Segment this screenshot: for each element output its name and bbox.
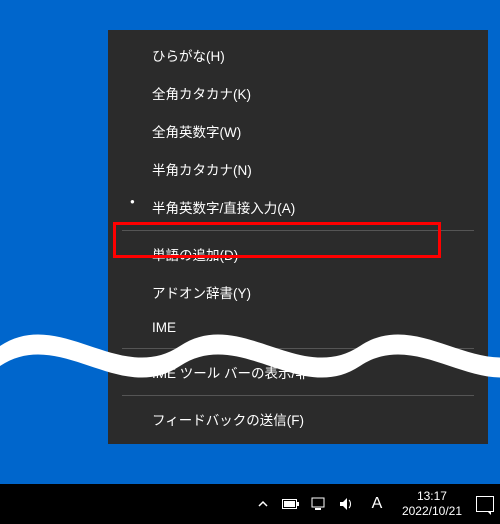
menu-item-label: IME (152, 320, 176, 335)
tray-overflow-icon[interactable] (254, 495, 272, 513)
taskbar-clock[interactable]: 13:17 2022/10/21 (402, 489, 462, 519)
menu-item-full-alnum[interactable]: 全角英数字(W) (108, 112, 488, 150)
action-center-icon[interactable] (476, 495, 494, 513)
menu-item-label: 単語の追加(D) (152, 248, 238, 263)
menu-item-label: IME ツール バーの表示/非 (152, 366, 309, 381)
menu-item-ime-cut[interactable]: IME (108, 311, 488, 344)
menu-item-full-katakana[interactable]: 全角カタカナ(K) (108, 74, 488, 112)
system-tray: A 13:17 2022/10/21 (254, 489, 494, 519)
clock-time: 13:17 (417, 489, 447, 504)
menu-item-label: 半角カタカナ(N) (152, 163, 252, 178)
ime-context-menu: ひらがな(H) 全角カタカナ(K) 全角英数字(W) 半角カタカナ(N) 半角英… (108, 30, 488, 444)
menu-item-hiragana[interactable]: ひらがな(H) (108, 36, 488, 74)
menu-item-label: アドオン辞書(Y) (152, 286, 251, 301)
clock-date: 2022/10/21 (402, 504, 462, 519)
battery-icon[interactable] (282, 495, 300, 513)
menu-item-ime-toolbar[interactable]: IME ツール バーの表示/非 (108, 353, 488, 391)
menu-item-add-word[interactable]: 単語の追加(D) (108, 235, 488, 273)
menu-item-label: フィードバックの送信(F) (152, 413, 304, 428)
menu-separator (122, 348, 474, 349)
menu-item-label: ひらがな(H) (152, 49, 225, 64)
menu-separator (122, 230, 474, 231)
network-icon[interactable] (310, 495, 328, 513)
menu-item-feedback[interactable]: フィードバックの送信(F) (108, 400, 488, 438)
menu-item-half-katakana[interactable]: 半角カタカナ(N) (108, 150, 488, 188)
taskbar: A 13:17 2022/10/21 (0, 484, 500, 524)
menu-separator (122, 395, 474, 396)
menu-item-label: 全角英数字(W) (152, 125, 241, 140)
menu-item-label: 全角カタカナ(K) (152, 87, 251, 102)
volume-icon[interactable] (338, 495, 356, 513)
menu-item-label: 半角英数字/直接入力(A) (152, 201, 295, 216)
menu-item-half-alnum[interactable]: 半角英数字/直接入力(A) (108, 188, 488, 226)
ime-mode-indicator[interactable]: A (366, 495, 388, 513)
menu-item-addon-dict[interactable]: アドオン辞書(Y) (108, 273, 488, 311)
